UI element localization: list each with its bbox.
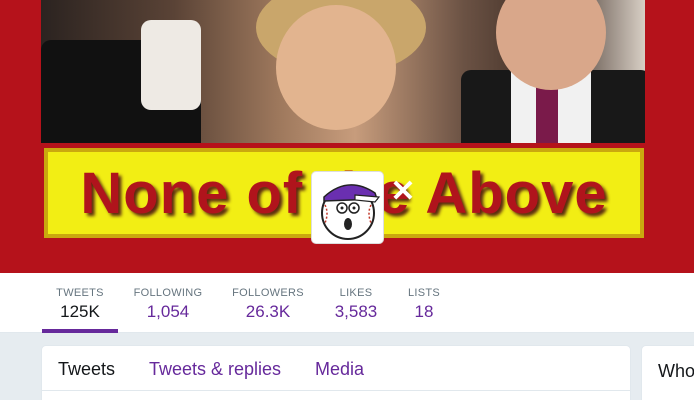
stat-followers[interactable]: FOLLOWERS 26.3K xyxy=(230,273,306,333)
stat-value: 125K xyxy=(60,302,100,321)
stat-value: 26.3K xyxy=(245,302,291,321)
banner-photo xyxy=(41,0,645,143)
stat-likes[interactable]: LIKES 3,583 xyxy=(330,273,382,333)
stat-value: 18 xyxy=(414,302,434,321)
profile-avatar[interactable] xyxy=(311,171,384,244)
stat-value: 3,583 xyxy=(334,302,378,321)
tabs-divider xyxy=(42,390,630,391)
tab-media[interactable]: Media xyxy=(315,359,364,380)
timeline-tabs-card: Tweets Tweets & replies Media xyxy=(41,345,631,400)
stat-lists[interactable]: LISTS 18 xyxy=(406,273,442,333)
stat-label: FOLLOWERS xyxy=(232,287,304,299)
stat-label: FOLLOWING xyxy=(133,287,203,299)
stat-value: 1,054 xyxy=(146,302,190,321)
stat-tweets[interactable]: TWEETS 125K xyxy=(42,273,118,333)
stat-label: LIKES xyxy=(339,287,373,299)
who-to-follow-heading: Who xyxy=(658,361,694,381)
who-to-follow-card: Who xyxy=(641,345,694,400)
tab-tweets[interactable]: Tweets xyxy=(58,359,115,380)
stat-label: LISTS xyxy=(407,287,441,299)
stat-label: TWEETS xyxy=(56,287,104,299)
stat-following[interactable]: FOLLOWING 1,054 xyxy=(131,273,205,333)
tab-tweets-and-replies[interactable]: Tweets & replies xyxy=(149,359,281,380)
close-icon[interactable]: ✕ xyxy=(389,177,417,207)
baseball-mascot-icon xyxy=(320,183,380,240)
profile-stats-bar: TWEETS 125K FOLLOWING 1,054 FOLLOWERS 26… xyxy=(0,273,694,333)
